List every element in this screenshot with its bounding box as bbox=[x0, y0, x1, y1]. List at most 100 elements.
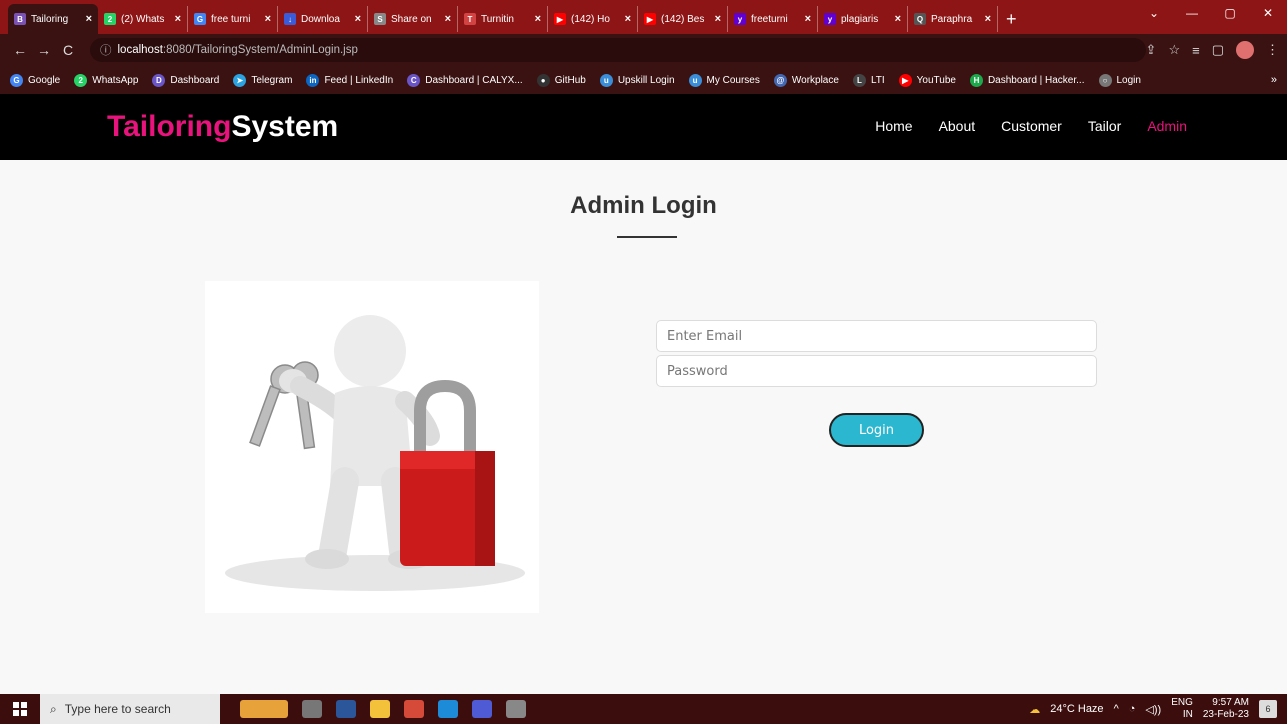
share-icon[interactable]: ⇪ bbox=[1146, 42, 1157, 58]
login-button[interactable]: Login bbox=[829, 413, 924, 447]
browser-tab[interactable]: ▶ (142) Ho × bbox=[548, 6, 638, 32]
profile-avatar[interactable] bbox=[1236, 41, 1254, 59]
browser-address-bar: ← → C ⓘ localhost:8080/TailoringSystem/A… bbox=[0, 34, 1287, 66]
bookmark-item[interactable]: ▶ YouTube bbox=[898, 73, 956, 87]
dashboard-icon: D bbox=[152, 73, 166, 87]
browser-tab[interactable]: B Tailoring × bbox=[8, 4, 98, 34]
network-icon[interactable]: ◔ bbox=[1129, 703, 1136, 715]
word-icon[interactable] bbox=[336, 700, 356, 718]
bookmark-item[interactable]: G Google bbox=[10, 73, 61, 87]
tray-overflow-icon[interactable]: ^ bbox=[1114, 703, 1119, 715]
chrome-icon[interactable] bbox=[404, 700, 424, 718]
bookmarks-more-icon[interactable]: » bbox=[1271, 74, 1277, 86]
nav-home[interactable]: Home bbox=[875, 118, 912, 134]
close-icon[interactable]: × bbox=[625, 13, 631, 25]
new-tab-button[interactable]: + bbox=[1006, 9, 1017, 30]
close-icon[interactable]: × bbox=[805, 13, 811, 25]
close-icon[interactable]: × bbox=[445, 13, 451, 25]
bootstrap-icon: B bbox=[14, 13, 26, 25]
windows-start-button[interactable] bbox=[0, 694, 40, 724]
taskbar-search[interactable]: ⌕ Type here to search bbox=[40, 694, 220, 724]
close-icon[interactable]: × bbox=[86, 13, 92, 25]
browser-tab[interactable]: y freeturni × bbox=[728, 6, 818, 32]
maximize-icon[interactable]: ▢ bbox=[1211, 6, 1249, 20]
file-explorer-icon[interactable] bbox=[370, 700, 390, 718]
chevron-down-icon[interactable]: ⌄ bbox=[1135, 6, 1173, 20]
bookmark-item[interactable]: in Feed | LinkedIn bbox=[306, 73, 393, 87]
bookmark-item[interactable]: 2 WhatsApp bbox=[74, 73, 138, 87]
browser-tab[interactable]: S Share on × bbox=[368, 6, 458, 32]
bookmark-item[interactable]: ● GitHub bbox=[536, 73, 586, 87]
back-icon[interactable]: ← bbox=[8, 42, 32, 58]
browser-tab[interactable]: ↓ Downloa × bbox=[278, 6, 368, 32]
hackerrank-icon: H bbox=[969, 73, 983, 87]
bookmark-item[interactable]: ➤ Telegram bbox=[233, 73, 293, 87]
turnitin-icon: T bbox=[464, 13, 476, 25]
tab-label: free turni bbox=[211, 13, 251, 25]
close-icon[interactable]: × bbox=[895, 13, 901, 25]
nav-admin[interactable]: Admin bbox=[1147, 118, 1187, 134]
search-highlight-icon[interactable] bbox=[240, 700, 288, 718]
browser-tab[interactable]: T Turnitin × bbox=[458, 6, 548, 32]
edge-icon[interactable] bbox=[438, 700, 458, 718]
nav-tailor[interactable]: Tailor bbox=[1088, 118, 1121, 134]
notification-icon[interactable]: 6 bbox=[1259, 700, 1277, 718]
bookmark-label: Google bbox=[28, 74, 61, 86]
bookmark-item[interactable]: H Dashboard | Hacker... bbox=[969, 73, 1085, 87]
linkedin-icon: in bbox=[306, 73, 320, 87]
forward-icon[interactable]: → bbox=[32, 42, 56, 58]
browser-tab[interactable]: Gfree turni × bbox=[188, 6, 278, 32]
login-icon: ○ bbox=[1098, 73, 1112, 87]
bookmark-item[interactable]: D Dashboard bbox=[152, 73, 219, 87]
bookmark-star-icon[interactable]: ☆ bbox=[1168, 42, 1180, 58]
title-underline bbox=[617, 236, 677, 238]
bookmarks-bar: G Google 2 WhatsApp D Dashboard ➤ Telegram in Fee… bbox=[0, 66, 1287, 94]
app-icon[interactable] bbox=[472, 700, 492, 718]
close-icon[interactable]: × bbox=[715, 13, 721, 25]
password-field[interactable] bbox=[656, 355, 1097, 387]
nav-about[interactable]: About bbox=[939, 118, 976, 134]
weather-text[interactable]: 24°C Haze bbox=[1050, 703, 1103, 715]
close-window-icon[interactable]: ✕ bbox=[1249, 6, 1287, 20]
tab-label: freeturni bbox=[751, 13, 788, 25]
bookmark-label: Telegram bbox=[251, 74, 293, 86]
bookmark-item[interactable]: u Upskill Login bbox=[599, 73, 675, 87]
bookmark-item[interactable]: L LTI bbox=[852, 73, 885, 87]
share-icon: S bbox=[374, 13, 386, 25]
close-icon[interactable]: × bbox=[265, 13, 271, 25]
menu-icon[interactable]: ⋮ bbox=[1266, 42, 1279, 58]
nav-customer[interactable]: Customer bbox=[1001, 118, 1062, 134]
bookmark-item[interactable]: @ Workplace bbox=[773, 73, 839, 87]
reload-icon[interactable]: C bbox=[56, 42, 80, 58]
browser-tab[interactable]: y plagiaris × bbox=[818, 6, 908, 32]
weather-icon[interactable]: ☁ bbox=[1029, 703, 1040, 716]
windows-logo-icon bbox=[13, 702, 27, 716]
info-icon[interactable]: ⓘ bbox=[100, 42, 112, 58]
sidepanel-icon[interactable]: ▢ bbox=[1212, 42, 1224, 58]
input-language[interactable]: ENG IN bbox=[1171, 697, 1193, 721]
volume-icon[interactable]: ◁)) bbox=[1145, 703, 1161, 716]
browser-tab[interactable]: ▶ (142) Bes × bbox=[638, 6, 728, 32]
task-view-icon[interactable] bbox=[302, 700, 322, 718]
close-icon[interactable]: × bbox=[175, 13, 181, 25]
bookmark-item[interactable]: C Dashboard | CALYX... bbox=[407, 73, 523, 87]
bookmark-item[interactable]: u My Courses bbox=[688, 73, 760, 87]
settings-icon[interactable] bbox=[506, 700, 526, 718]
bookmark-item[interactable]: ○ Login bbox=[1098, 73, 1141, 87]
close-icon[interactable]: × bbox=[535, 13, 541, 25]
minimize-icon[interactable]: — bbox=[1173, 6, 1211, 20]
browser-tab[interactable]: Q Paraphra × bbox=[908, 6, 998, 32]
courses-icon: u bbox=[688, 73, 702, 87]
url-input[interactable]: ⓘ localhost:8080/TailoringSystem/AdminLo… bbox=[90, 38, 1146, 62]
clock[interactable]: 9:57 AM 23-Feb-23 bbox=[1203, 697, 1249, 721]
media-icon[interactable]: ≡ bbox=[1192, 43, 1200, 58]
close-icon[interactable]: × bbox=[355, 13, 361, 25]
tab-label: (2) Whats bbox=[121, 13, 165, 25]
upskill-icon: u bbox=[599, 73, 613, 87]
browser-tab[interactable]: 2 (2) Whats × bbox=[98, 6, 188, 32]
close-icon[interactable]: × bbox=[985, 13, 991, 25]
email-field[interactable] bbox=[656, 320, 1097, 352]
bookmark-label: GitHub bbox=[554, 74, 586, 86]
tab-label: Paraphra bbox=[931, 13, 973, 25]
site-logo[interactable]: TailoringSystem bbox=[107, 110, 338, 144]
